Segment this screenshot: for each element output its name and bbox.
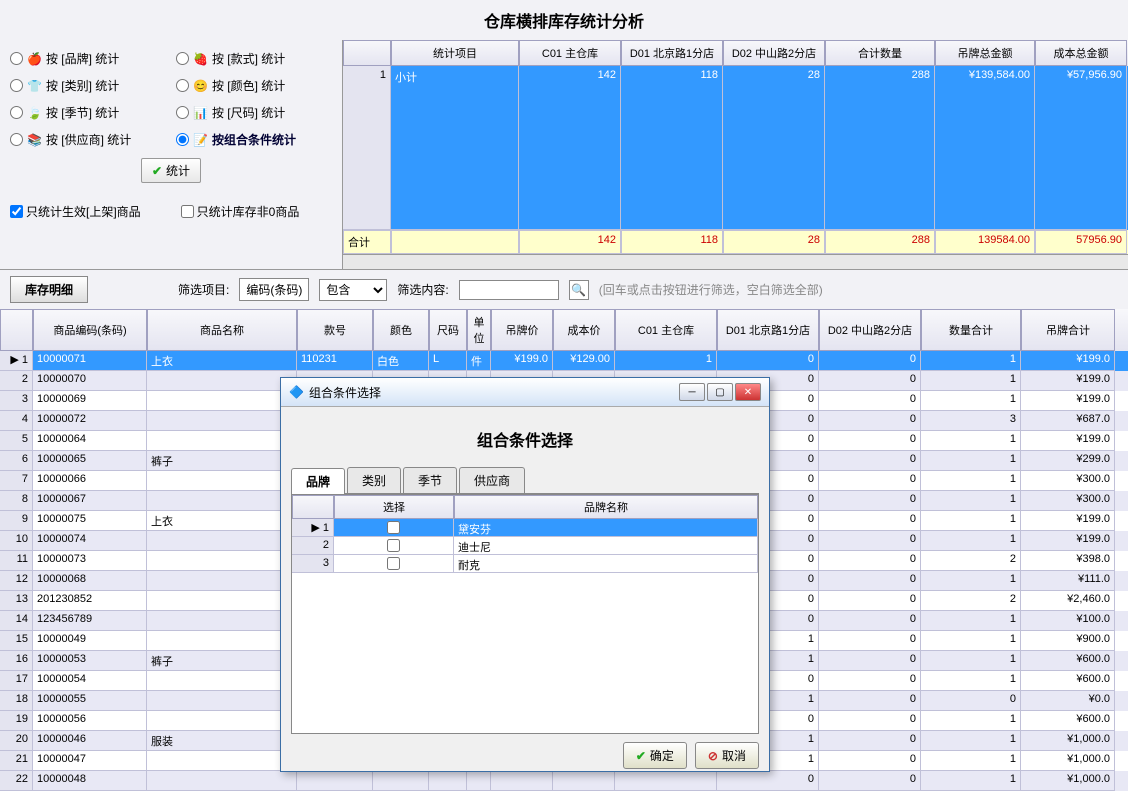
filter-search-button[interactable]: 🔍 xyxy=(569,280,589,300)
modal-heading: 组合条件选择 xyxy=(291,417,759,461)
dh-d02[interactable]: D02 中山路2分店 xyxy=(819,309,921,351)
chk-nonzero[interactable]: 只统计库存非0商品 xyxy=(181,203,300,220)
dh-tag[interactable]: 吊牌合计 xyxy=(1021,309,1115,351)
cancel-icon: ⊘ xyxy=(708,749,718,763)
modal-title: 组合条件选择 xyxy=(309,384,674,401)
hdr-stat[interactable]: 统计项目 xyxy=(391,40,519,66)
chk-onshelf[interactable]: 只统计生效[上架]商品 xyxy=(10,203,141,220)
hdr-d02[interactable]: D02 中山路2分店 xyxy=(723,40,825,66)
dh-name[interactable]: 商品名称 xyxy=(147,309,297,351)
minimize-button[interactable]: ─ xyxy=(679,383,705,401)
mg-hdr-sel[interactable]: 选择 xyxy=(334,495,454,519)
check-icon: ✔ xyxy=(636,749,646,763)
filter-field[interactable]: 编码(条码) xyxy=(239,278,309,301)
mg-hdr-name[interactable]: 品牌名称 xyxy=(454,495,758,519)
combo-modal: 🔷 组合条件选择 ─ ▢ ✕ 组合条件选择 品牌 类别 季节 供应商 选择 品牌… xyxy=(280,377,770,772)
dh-sumqty[interactable]: 数量合计 xyxy=(921,309,1021,351)
detail-row[interactable]: ▶ 110000071上衣110231白色L件¥199.0¥129.001001… xyxy=(0,351,1128,371)
modal-row[interactable]: ▶ 1黛安芬 xyxy=(292,519,758,537)
filter-content-label: 筛选内容: xyxy=(397,281,448,298)
hdr-qty[interactable]: 合计数量 xyxy=(825,40,935,66)
maximize-button[interactable]: ▢ xyxy=(707,383,733,401)
cancel-button[interactable]: ⊘取消 xyxy=(695,742,759,769)
hdr-c01[interactable]: C01 主仓库 xyxy=(519,40,621,66)
radio-supplier[interactable]: 📚按 [供应商] 统计 xyxy=(10,131,166,148)
filter-hint: (回车或点击按钮进行筛选，空白筛选全部) xyxy=(599,281,823,298)
dh-unit[interactable]: 单位 xyxy=(467,309,491,351)
dh-size[interactable]: 尺码 xyxy=(429,309,467,351)
page-title: 仓库横排库存统计分析 xyxy=(0,0,1128,40)
summary-grid: 统计项目 C01 主仓库 D01 北京路1分店 D02 中山路2分店 合计数量 … xyxy=(342,40,1128,269)
modal-tab-category[interactable]: 类别 xyxy=(347,467,401,493)
radio-style[interactable]: 🍓按 [款式] 统计 xyxy=(176,50,332,67)
radio-size[interactable]: 📊按 [尺码] 统计 xyxy=(176,104,332,121)
filter-input[interactable] xyxy=(459,280,559,300)
close-button[interactable]: ✕ xyxy=(735,383,761,401)
filter-panel: 🍎按 [品牌] 统计 🍓按 [款式] 统计 👕按 [类别] 统计 😊按 [颜色]… xyxy=(0,40,342,269)
tab-detail[interactable]: 库存明细 xyxy=(10,276,88,303)
radio-brand[interactable]: 🍎按 [品牌] 统计 xyxy=(10,50,166,67)
modal-row[interactable]: 2迪士尼 xyxy=(292,537,758,555)
dh-d01[interactable]: D01 北京路1分店 xyxy=(717,309,819,351)
radio-season[interactable]: 🍃按 [季节] 统计 xyxy=(10,104,166,121)
dh-price[interactable]: 吊牌价 xyxy=(491,309,553,351)
stat-button[interactable]: ✔统计 xyxy=(141,158,201,183)
radio-combo[interactable]: 📝按组合条件统计 xyxy=(176,131,332,148)
dh-color[interactable]: 颜色 xyxy=(373,309,429,351)
radio-category[interactable]: 👕按 [类别] 统计 xyxy=(10,77,166,94)
check-icon: ✔ xyxy=(152,164,162,178)
dh-cost2[interactable]: 成本价 xyxy=(553,309,615,351)
summary-row[interactable]: 1 小计 142 118 28 288 ¥139,584.00 ¥57,956.… xyxy=(343,66,1128,230)
modal-tab-supplier[interactable]: 供应商 xyxy=(459,467,525,493)
summary-footer: 合计 142 118 28 288 139584.00 57956.90 xyxy=(343,230,1128,254)
app-icon: 🔷 xyxy=(289,385,304,399)
dh-c01[interactable]: C01 主仓库 xyxy=(615,309,717,351)
hdr-amt[interactable]: 吊牌总金额 xyxy=(935,40,1035,66)
radio-color[interactable]: 😊按 [颜色] 统计 xyxy=(176,77,332,94)
ok-button[interactable]: ✔确定 xyxy=(623,742,687,769)
row-checkbox[interactable] xyxy=(387,557,400,570)
dh-code[interactable]: 商品编码(条码) xyxy=(33,309,147,351)
filter-label: 筛选项目: xyxy=(178,281,229,298)
hdr-cost[interactable]: 成本总金额 xyxy=(1035,40,1127,66)
dh-style[interactable]: 款号 xyxy=(297,309,373,351)
modal-tab-brand[interactable]: 品牌 xyxy=(291,468,345,494)
row-checkbox[interactable] xyxy=(387,521,400,534)
modal-row[interactable]: 3耐克 xyxy=(292,555,758,573)
modal-tab-season[interactable]: 季节 xyxy=(403,467,457,493)
row-checkbox[interactable] xyxy=(387,539,400,552)
filter-op[interactable]: 包含 xyxy=(319,279,387,301)
hdr-d01[interactable]: D01 北京路1分店 xyxy=(621,40,723,66)
